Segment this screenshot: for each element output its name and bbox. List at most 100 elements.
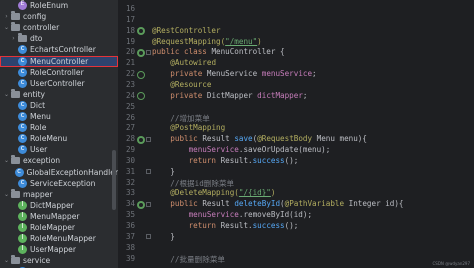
code-line[interactable]: private MenuService menuService; [152, 69, 316, 79]
line-number[interactable]: 17 [118, 15, 135, 24]
tree-item-dict[interactable]: Dict [0, 100, 118, 111]
line-number[interactable]: 31 [118, 167, 135, 176]
code-line[interactable]: //根据id删除菜单 [152, 178, 234, 189]
tree-item-rolemenu[interactable]: RoleMenu [0, 133, 118, 144]
tree-item-serviceexception[interactable]: ServiceException [0, 178, 118, 189]
line-number[interactable]: 30 [118, 156, 135, 165]
line-number[interactable]: 24 [118, 91, 135, 100]
code-line[interactable]: //批量删除菜单 [152, 254, 225, 265]
fold-toggle-icon[interactable] [146, 49, 151, 55]
chevron-icon[interactable]: ⌄ [3, 157, 10, 164]
tree-item-menucontroller[interactable]: MenuController [0, 55, 118, 67]
code-token: menuService [188, 210, 239, 220]
line-number[interactable]: 28 [118, 134, 135, 143]
code-line[interactable]: } [152, 232, 175, 241]
line-number[interactable]: 35 [118, 210, 135, 219]
tree-item-echartscontroller[interactable]: EchartsController [0, 44, 118, 55]
tree-item-dto[interactable]: › dto [0, 33, 118, 44]
line-number[interactable]: 37 [118, 232, 135, 241]
code-line[interactable]: } [152, 167, 175, 176]
line-number[interactable]: 18 [118, 26, 135, 35]
line-number[interactable]: 36 [118, 221, 135, 230]
chevron-icon[interactable]: ⌄ [3, 91, 10, 98]
tree-item-service[interactable]: ⌄ service [0, 255, 118, 266]
tree-item-globalexceptionhandler[interactable]: GlobalExceptionHandler [0, 167, 118, 178]
tree-item-role[interactable]: Role [0, 122, 118, 133]
chevron-icon[interactable]: ⌄ [3, 24, 10, 31]
spring-bean-icon[interactable] [137, 135, 145, 144]
code-line[interactable]: @Autowired [152, 58, 216, 67]
line-number[interactable]: 39 [118, 254, 135, 263]
code-line[interactable]: menuService.removeById(id); [152, 210, 312, 219]
code-line[interactable]: @RestController [152, 26, 221, 35]
code-line[interactable]: //增加菜单 [152, 113, 210, 124]
code-line[interactable]: public class MenuController { [152, 47, 285, 56]
tree-item-usercontroller[interactable]: UserController [0, 78, 118, 89]
code-line[interactable]: public Result save(@RequestBody Menu men… [152, 134, 367, 143]
line-number[interactable]: 33 [118, 188, 135, 197]
line-number[interactable]: 23 [118, 80, 135, 89]
code-token: } [152, 231, 175, 241]
line-number[interactable]: 27 [118, 123, 135, 132]
code-token: menuService [261, 69, 313, 79]
tree-item-exception[interactable]: ⌄ exception [0, 155, 118, 166]
line-number[interactable]: 22 [118, 69, 135, 78]
line-number[interactable]: 16 [118, 4, 135, 13]
chevron-icon[interactable]: › [10, 35, 17, 42]
chevron-icon[interactable]: › [3, 13, 10, 20]
line-number[interactable]: 21 [118, 58, 135, 67]
tree-item-usermapper[interactable]: UserMapper [0, 244, 118, 255]
tree-item-config[interactable]: › config [0, 11, 118, 22]
line-number[interactable]: 19 [118, 37, 135, 46]
tree-item-controller[interactable]: ⌄ controller [0, 22, 118, 33]
code-line[interactable]: private DictMapper dictMapper; [152, 91, 307, 100]
tree-item-rolecontroller[interactable]: RoleController [0, 67, 118, 78]
tree-item-user[interactable]: User [0, 144, 118, 155]
line-number[interactable]: 26 [118, 113, 135, 122]
fold-toggle-icon[interactable] [146, 201, 151, 207]
fold-toggle-icon[interactable] [146, 169, 151, 175]
tree-item-entity[interactable]: ⌄ entity [0, 88, 118, 100]
chevron-icon[interactable]: ⌄ [3, 257, 10, 264]
code-line[interactable]: return Result.success(); [152, 221, 299, 230]
tree-item-menumapper[interactable]: MenuMapper [0, 211, 118, 222]
line-number[interactable]: 25 [118, 102, 135, 111]
line-number[interactable]: 38 [118, 243, 135, 252]
tree-item-label: User [30, 145, 48, 155]
tree-item-menu[interactable]: Menu [0, 111, 118, 122]
code-line[interactable]: @DeleteMapping("/{id}") [152, 188, 275, 197]
fold-toggle-icon[interactable] [146, 234, 151, 240]
fold-toggle-icon[interactable] [146, 136, 151, 142]
injection-point-icon[interactable] [137, 92, 145, 101]
spring-bean-icon[interactable] [137, 48, 145, 57]
spring-bean-icon[interactable] [137, 200, 145, 209]
tree-item-rolemapper[interactable]: RoleMapper [0, 222, 118, 233]
code-line[interactable]: return Result.success(); [152, 156, 299, 165]
chevron-icon[interactable]: ⌄ [3, 191, 10, 198]
tree-item-roleenum[interactable]: RoleEnum [0, 0, 118, 11]
line-number[interactable]: 34 [118, 199, 135, 208]
tree-scrollbar[interactable] [112, 150, 116, 210]
tree-item-rolemenumapper[interactable]: RoleMenuMapper [0, 233, 118, 244]
code-token: //增加菜单 [170, 113, 210, 123]
injection-point-icon[interactable] [137, 70, 145, 79]
project-tree: RoleEnum › config ⌄ controller › dtoEchartsCon… [0, 0, 118, 268]
code-line[interactable]: @Resource [152, 80, 211, 89]
line-number[interactable]: 20 [118, 47, 135, 56]
code-line[interactable]: @RequestMapping("/menu") [152, 37, 262, 46]
code-line[interactable]: menuService.saveOrUpdate(menu); [152, 145, 331, 154]
line-number[interactable]: 32 [118, 178, 135, 187]
code-line[interactable]: public Result deleteById(@PathVariable I… [152, 199, 403, 208]
code-token: "/menu" [225, 36, 258, 46]
code-token: Menu menu){ [312, 134, 367, 144]
tree-item-dictmapper[interactable]: DictMapper [0, 200, 118, 211]
spring-bean-icon[interactable] [137, 27, 145, 36]
tree-item-mapper[interactable]: ⌄ mapper [0, 188, 118, 200]
code-token: ) [257, 36, 262, 46]
code-editor[interactable]: @RestController @RequestMapping("/menu") p… [152, 0, 474, 268]
code-line[interactable]: @PostMapping [152, 123, 225, 132]
line-number[interactable]: 29 [118, 145, 135, 154]
